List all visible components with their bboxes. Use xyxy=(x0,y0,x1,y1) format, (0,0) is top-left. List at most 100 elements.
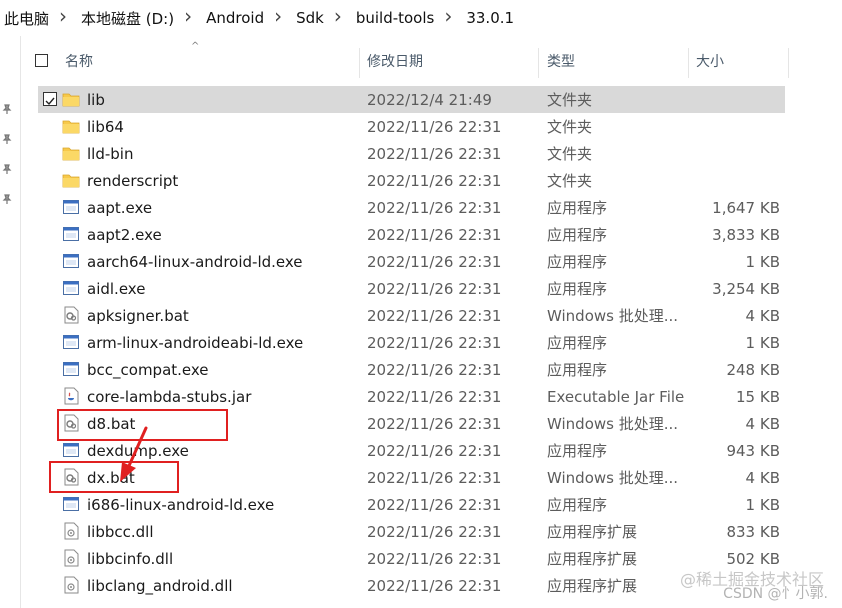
file-size xyxy=(690,140,780,167)
file-name: apksigner.bat xyxy=(87,306,189,325)
file-row[interactable]: dexdump.exe 2022/11/26 22:31 应用程序 943 KB xyxy=(0,437,842,464)
breadcrumb-item-android[interactable]: Android xyxy=(202,9,264,27)
file-name: aarch64-linux-android-ld.exe xyxy=(87,252,303,271)
file-row[interactable]: bcc_compat.exe 2022/11/26 22:31 应用程序 248 KB xyxy=(0,356,842,383)
row-checkbox[interactable] xyxy=(43,92,57,106)
file-type: 应用程序 xyxy=(547,253,608,271)
file-type: 文件夹 xyxy=(547,145,593,163)
folder-icon xyxy=(62,117,80,135)
file-date: 2022/11/26 22:31 xyxy=(367,225,502,244)
exe-icon xyxy=(62,279,80,297)
file-date: 2022/11/26 22:31 xyxy=(367,549,502,568)
file-type: Windows 批处理... xyxy=(547,469,679,487)
chevron-right-icon xyxy=(184,9,192,27)
file-size: 4 KB xyxy=(745,306,780,325)
file-name: lld-bin xyxy=(87,144,134,163)
file-date: 2022/11/26 22:31 xyxy=(367,360,502,379)
file-size: 1,647 KB xyxy=(712,198,780,217)
breadcrumb-item-version[interactable]: 33.0.1 xyxy=(462,9,514,27)
watermark-text-secondary: CSDN @忄小郭. xyxy=(723,586,828,602)
file-size: 3,833 KB xyxy=(712,225,780,244)
exe-icon xyxy=(62,441,80,459)
file-name: aapt.exe xyxy=(87,198,153,217)
file-type: 应用程序 xyxy=(547,442,608,460)
file-date: 2022/11/26 22:31 xyxy=(367,117,502,136)
bat-icon xyxy=(62,306,80,324)
file-name: i686-linux-android-ld.exe xyxy=(87,495,275,514)
file-row[interactable]: aapt.exe 2022/11/26 22:31 应用程序 1,647 KB xyxy=(0,194,842,221)
file-row[interactable]: lib64 2022/11/26 22:31 文件夹 xyxy=(0,113,842,140)
file-row[interactable]: arm-linux-androideabi-ld.exe 2022/11/26 2… xyxy=(0,329,842,356)
file-type: 应用程序 xyxy=(547,280,608,298)
file-row[interactable]: i686-linux-android-ld.exe 2022/11/26 22:3… xyxy=(0,491,842,518)
file-row[interactable]: apksigner.bat 2022/11/26 22:31 Windows 批处理… xyxy=(0,302,842,329)
exe-icon xyxy=(62,333,80,351)
column-divider[interactable] xyxy=(538,48,539,78)
column-size[interactable]: 大小 xyxy=(696,44,786,78)
file-type: 文件夹 xyxy=(547,91,593,109)
annotation-box-d8 xyxy=(57,409,228,441)
file-row[interactable]: lld-bin 2022/11/26 22:31 文件夹 xyxy=(0,140,842,167)
file-date: 2022/11/26 22:31 xyxy=(367,171,502,190)
file-type: 应用程序扩展 xyxy=(547,550,638,568)
file-row[interactable]: renderscript 2022/11/26 22:31 文件夹 xyxy=(0,167,842,194)
file-date: 2022/12/4 21:49 xyxy=(367,90,492,109)
file-date: 2022/11/26 22:31 xyxy=(367,387,502,406)
breadcrumb-item-drive-d[interactable]: 本地磁盘 (D:) xyxy=(77,8,174,29)
column-divider[interactable] xyxy=(788,48,789,78)
jar-icon xyxy=(62,387,80,405)
folder-icon xyxy=(62,171,80,189)
exe-icon xyxy=(62,495,80,513)
breadcrumb-item-this-pc[interactable]: 此电脑 xyxy=(0,8,49,29)
file-type: Executable Jar File xyxy=(547,387,685,406)
file-row[interactable]: lib 2022/12/4 21:49 文件夹 xyxy=(0,86,842,113)
breadcrumb-label: 此电脑 xyxy=(4,9,50,28)
file-name: arm-linux-androideabi-ld.exe xyxy=(87,333,304,352)
file-name: renderscript xyxy=(87,171,179,190)
file-row[interactable]: aarch64-linux-android-ld.exe 2022/11/26 2… xyxy=(0,248,842,275)
column-date[interactable]: 修改日期 xyxy=(367,44,537,78)
file-name: libclang_android.dll xyxy=(87,576,233,595)
column-type-label: 类型 xyxy=(547,54,575,70)
column-divider[interactable] xyxy=(688,48,689,78)
file-size: 248 KB xyxy=(726,360,780,379)
file-date: 2022/11/26 22:31 xyxy=(367,468,502,487)
chevron-right-icon xyxy=(274,9,282,27)
column-name[interactable]: 名称 xyxy=(65,44,355,78)
file-date: 2022/11/26 22:31 xyxy=(367,279,502,298)
column-divider[interactable] xyxy=(359,48,360,78)
exe-icon xyxy=(62,198,80,216)
file-row[interactable]: aapt2.exe 2022/11/26 22:31 应用程序 3,833 KB xyxy=(0,221,842,248)
column-name-label: 名称 xyxy=(65,54,93,70)
file-size: 15 KB xyxy=(736,387,780,406)
file-row[interactable]: core-lambda-stubs.jar 2022/11/26 22:31 Exe… xyxy=(0,383,842,410)
file-row[interactable]: aidl.exe 2022/11/26 22:31 应用程序 3,254 KB xyxy=(0,275,842,302)
file-name: bcc_compat.exe xyxy=(87,360,209,379)
file-date: 2022/11/26 22:31 xyxy=(367,306,502,325)
column-type[interactable]: 类型 xyxy=(547,44,687,78)
column-header: ^ 名称 修改日期 类型 大小 xyxy=(20,41,842,78)
file-size: 3,254 KB xyxy=(712,279,780,298)
file-type: 应用程序 xyxy=(547,226,608,244)
file-size xyxy=(690,113,780,140)
annotation-box-dx xyxy=(49,461,179,493)
chevron-right-icon xyxy=(334,9,342,27)
breadcrumb-item-sdk[interactable]: Sdk xyxy=(292,9,324,27)
file-size xyxy=(690,86,780,113)
file-row[interactable]: libbcc.dll 2022/11/26 22:31 应用程序扩展 833 KB xyxy=(0,518,842,545)
file-date: 2022/11/26 22:31 xyxy=(367,333,502,352)
file-type: 应用程序扩展 xyxy=(547,577,638,595)
breadcrumb-item-build-tools[interactable]: build-tools xyxy=(352,9,435,27)
dll-icon xyxy=(62,549,80,567)
file-size xyxy=(690,167,780,194)
folder-icon xyxy=(62,90,80,108)
file-size: 833 KB xyxy=(726,522,780,541)
folder-icon xyxy=(62,144,80,162)
file-type: 应用程序 xyxy=(547,334,608,352)
file-size: 943 KB xyxy=(726,441,780,460)
breadcrumb-label: Sdk xyxy=(296,9,324,27)
breadcrumb-label: build-tools xyxy=(355,9,435,27)
breadcrumb-label: 33.0.1 xyxy=(466,9,515,27)
select-all-checkbox[interactable] xyxy=(35,54,48,67)
file-name: core-lambda-stubs.jar xyxy=(87,387,252,406)
